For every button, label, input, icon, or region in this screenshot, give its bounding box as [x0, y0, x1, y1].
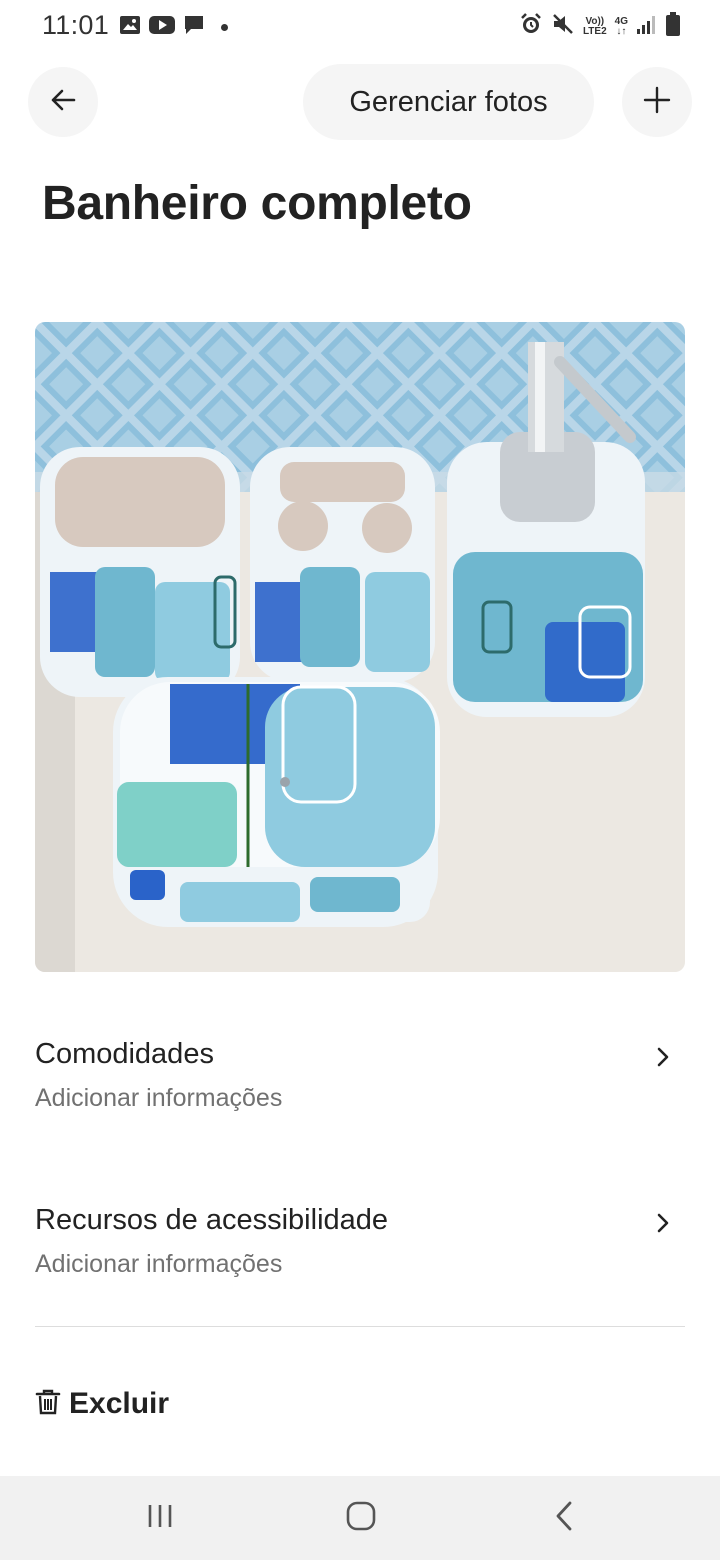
- delete-button[interactable]: Excluir: [35, 1384, 169, 1424]
- plus-icon: [642, 85, 672, 120]
- network-label: 4G: [614, 15, 628, 27]
- nav-back-button[interactable]: [534, 1498, 594, 1538]
- volte-label-bottom: LTE2: [582, 25, 607, 37]
- mute-icon: [551, 12, 575, 41]
- data-arrows: ↓↑: [616, 25, 627, 37]
- signal-icon: [636, 13, 658, 40]
- chevron-right-icon: [655, 1046, 671, 1073]
- volte-label-top: Vo)): [585, 15, 605, 27]
- status-right-icons: Vo)) LTE2 4G ↓↑: [519, 12, 680, 41]
- youtube-icon: [149, 15, 175, 40]
- home-button[interactable]: [331, 1498, 391, 1538]
- image-icon: [119, 15, 141, 40]
- status-time: 11:01: [42, 10, 110, 40]
- divider: [35, 1326, 685, 1327]
- accessibility-title: Recursos de acessibilidade: [35, 1204, 389, 1236]
- back-button[interactable]: [28, 67, 98, 137]
- arrow-left-icon: [48, 85, 78, 120]
- manage-photos-label: Gerenciar fotos: [349, 85, 548, 118]
- nav-bar: [0, 1476, 720, 1560]
- accessibility-subtitle: Adicionar informações: [35, 1250, 283, 1278]
- volte-icon: Vo)) LTE2: [582, 15, 607, 37]
- status-bar: 11:01 Vo)) LTE2 4G ↓↑: [0, 0, 720, 54]
- room-photo[interactable]: [35, 322, 685, 972]
- trash-icon: [35, 1388, 61, 1421]
- battery-icon: [666, 12, 680, 41]
- amenities-row[interactable]: Comodidades Adicionar informações: [35, 1038, 685, 1148]
- chat-icon: [183, 14, 205, 41]
- page-title: Banheiro completo: [42, 177, 472, 230]
- alarm-icon: [519, 12, 543, 41]
- dot-icon: [221, 24, 228, 31]
- recents-button[interactable]: [130, 1498, 190, 1538]
- back-icon: [554, 1500, 574, 1537]
- recents-icon: [145, 1503, 175, 1534]
- accessibility-row[interactable]: Recursos de acessibilidade Adicionar inf…: [35, 1204, 685, 1314]
- chevron-right-icon: [655, 1212, 671, 1239]
- status-left-icons: [119, 14, 228, 41]
- amenities-title: Comodidades: [35, 1038, 214, 1070]
- manage-photos-button[interactable]: Gerenciar fotos: [303, 64, 594, 140]
- delete-label: Excluir: [69, 1387, 170, 1420]
- add-photo-button[interactable]: [622, 67, 692, 137]
- bathroom-set-image: [35, 322, 685, 972]
- home-icon: [345, 1500, 377, 1537]
- amenities-subtitle: Adicionar informações: [35, 1084, 283, 1112]
- 4g-icon: 4G ↓↑: [614, 15, 628, 37]
